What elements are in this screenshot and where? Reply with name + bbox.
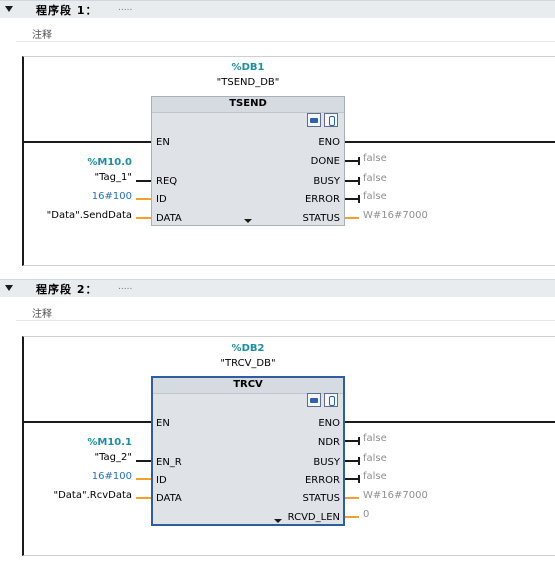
en-r-operand[interactable]: "Tag_2" [40,452,133,463]
req-wire [136,180,151,182]
busy-value: false [363,173,387,184]
collapse-triangle-icon[interactable] [5,285,13,291]
pin-eno: ENO [318,418,340,429]
network-1-db-address: %DB1 [231,62,265,73]
done-tick [358,157,360,165]
block-name: TRCV [233,379,263,390]
error-wire [345,478,359,480]
data-operand[interactable]: "Data".SendData [20,210,132,221]
error-tick [358,195,360,203]
rcvd-len-value: 0 [363,509,370,520]
pin-eno: ENO [318,137,340,148]
diagnostics-icon[interactable] [324,393,338,407]
error-value: false [363,191,387,202]
done-value: false [363,153,387,164]
network-2-db-address: %DB2 [231,343,265,354]
network-2-title: 程序段 2： [36,283,98,296]
network-1-en-wire [24,141,152,143]
network-1-comment[interactable]: 注释 [16,22,555,42]
busy-value: false [363,453,387,464]
network-2-db-name[interactable]: "TRCV_DB" [188,358,308,369]
collapse-triangle-icon[interactable] [5,6,13,12]
pin-rcvd-len: RCVD_LEN [287,512,340,523]
block-name: TSEND [229,98,267,109]
status-wire [345,217,359,219]
ndr-tick [358,437,360,445]
req-address: %M10.0 [87,157,132,168]
data-wire [136,217,151,219]
pin-en: EN [156,137,170,148]
error-value: false [363,471,387,482]
network-2-en-wire [24,421,152,423]
network-2-comment-text[interactable]: 注释 [32,305,52,320]
pin-en: EN [156,418,170,429]
id-operand[interactable]: 16#100 [40,471,132,482]
pin-id: ID [156,194,167,205]
expand-arrow-icon[interactable] [244,219,252,223]
network-2-title-placeholder[interactable]: ..... [118,282,132,292]
req-operand[interactable]: "Tag_1" [40,172,133,183]
connection-config-icon[interactable] [307,393,321,407]
pin-id: ID [156,475,167,486]
error-wire [345,198,359,200]
connection-config-icon[interactable] [307,113,321,127]
pin-status: STATUS [302,493,340,504]
network-1-db-name[interactable]: "TSEND_DB" [188,77,308,88]
pin-error: ERROR [304,194,340,205]
ndr-value: false [363,433,387,444]
pin-data: DATA [156,493,182,504]
en-r-address: %M10.1 [87,437,132,448]
network-1-comment-text[interactable]: 注释 [32,26,52,41]
network-2-eno-wire [345,421,555,423]
network-1-title: 程序段 1： [36,4,98,17]
error-tick [358,475,360,483]
id-operand[interactable]: 16#100 [40,191,132,202]
status-wire [345,497,359,499]
pin-ndr: NDR [317,437,340,448]
busy-tick [358,457,360,465]
pin-busy: BUSY [313,457,340,468]
pin-data: DATA [156,213,182,224]
network-1-eno-wire [345,141,555,143]
done-wire [345,160,359,162]
ndr-wire [345,440,359,442]
status-value: W#16#7000 [363,210,428,221]
busy-wire [345,180,359,182]
busy-wire [345,460,359,462]
en-r-wire [136,460,151,462]
pin-error: ERROR [304,475,340,486]
pin-busy: BUSY [313,176,340,187]
rcvd-len-wire [345,516,359,518]
id-wire [136,198,151,200]
network-2-comment[interactable]: 注释 [16,301,555,321]
pin-status: STATUS [302,213,340,224]
data-operand[interactable]: "Data".RcvData [20,490,133,501]
pin-done: DONE [310,156,340,167]
pin-req: REQ [156,176,178,187]
network-1-title-placeholder[interactable]: ..... [118,3,132,13]
busy-tick [358,177,360,185]
expand-arrow-icon[interactable] [274,519,282,523]
id-wire [136,478,151,480]
status-value: W#16#7000 [363,490,428,501]
data-wire [136,497,151,499]
network-1-header[interactable]: 程序段 1： ..... [0,0,555,18]
tsend-function-block[interactable]: TSEND EN ENO REQ ID DATA DONE BUSY ERROR… [151,96,345,226]
pin-en-r: EN_R [156,457,182,468]
trcv-function-block[interactable]: TRCV EN ENO EN_R ID DATA NDR BUSY ERROR … [151,376,345,526]
network-2-header[interactable]: 程序段 2： ..... [0,279,555,297]
diagnostics-icon[interactable] [324,113,338,127]
